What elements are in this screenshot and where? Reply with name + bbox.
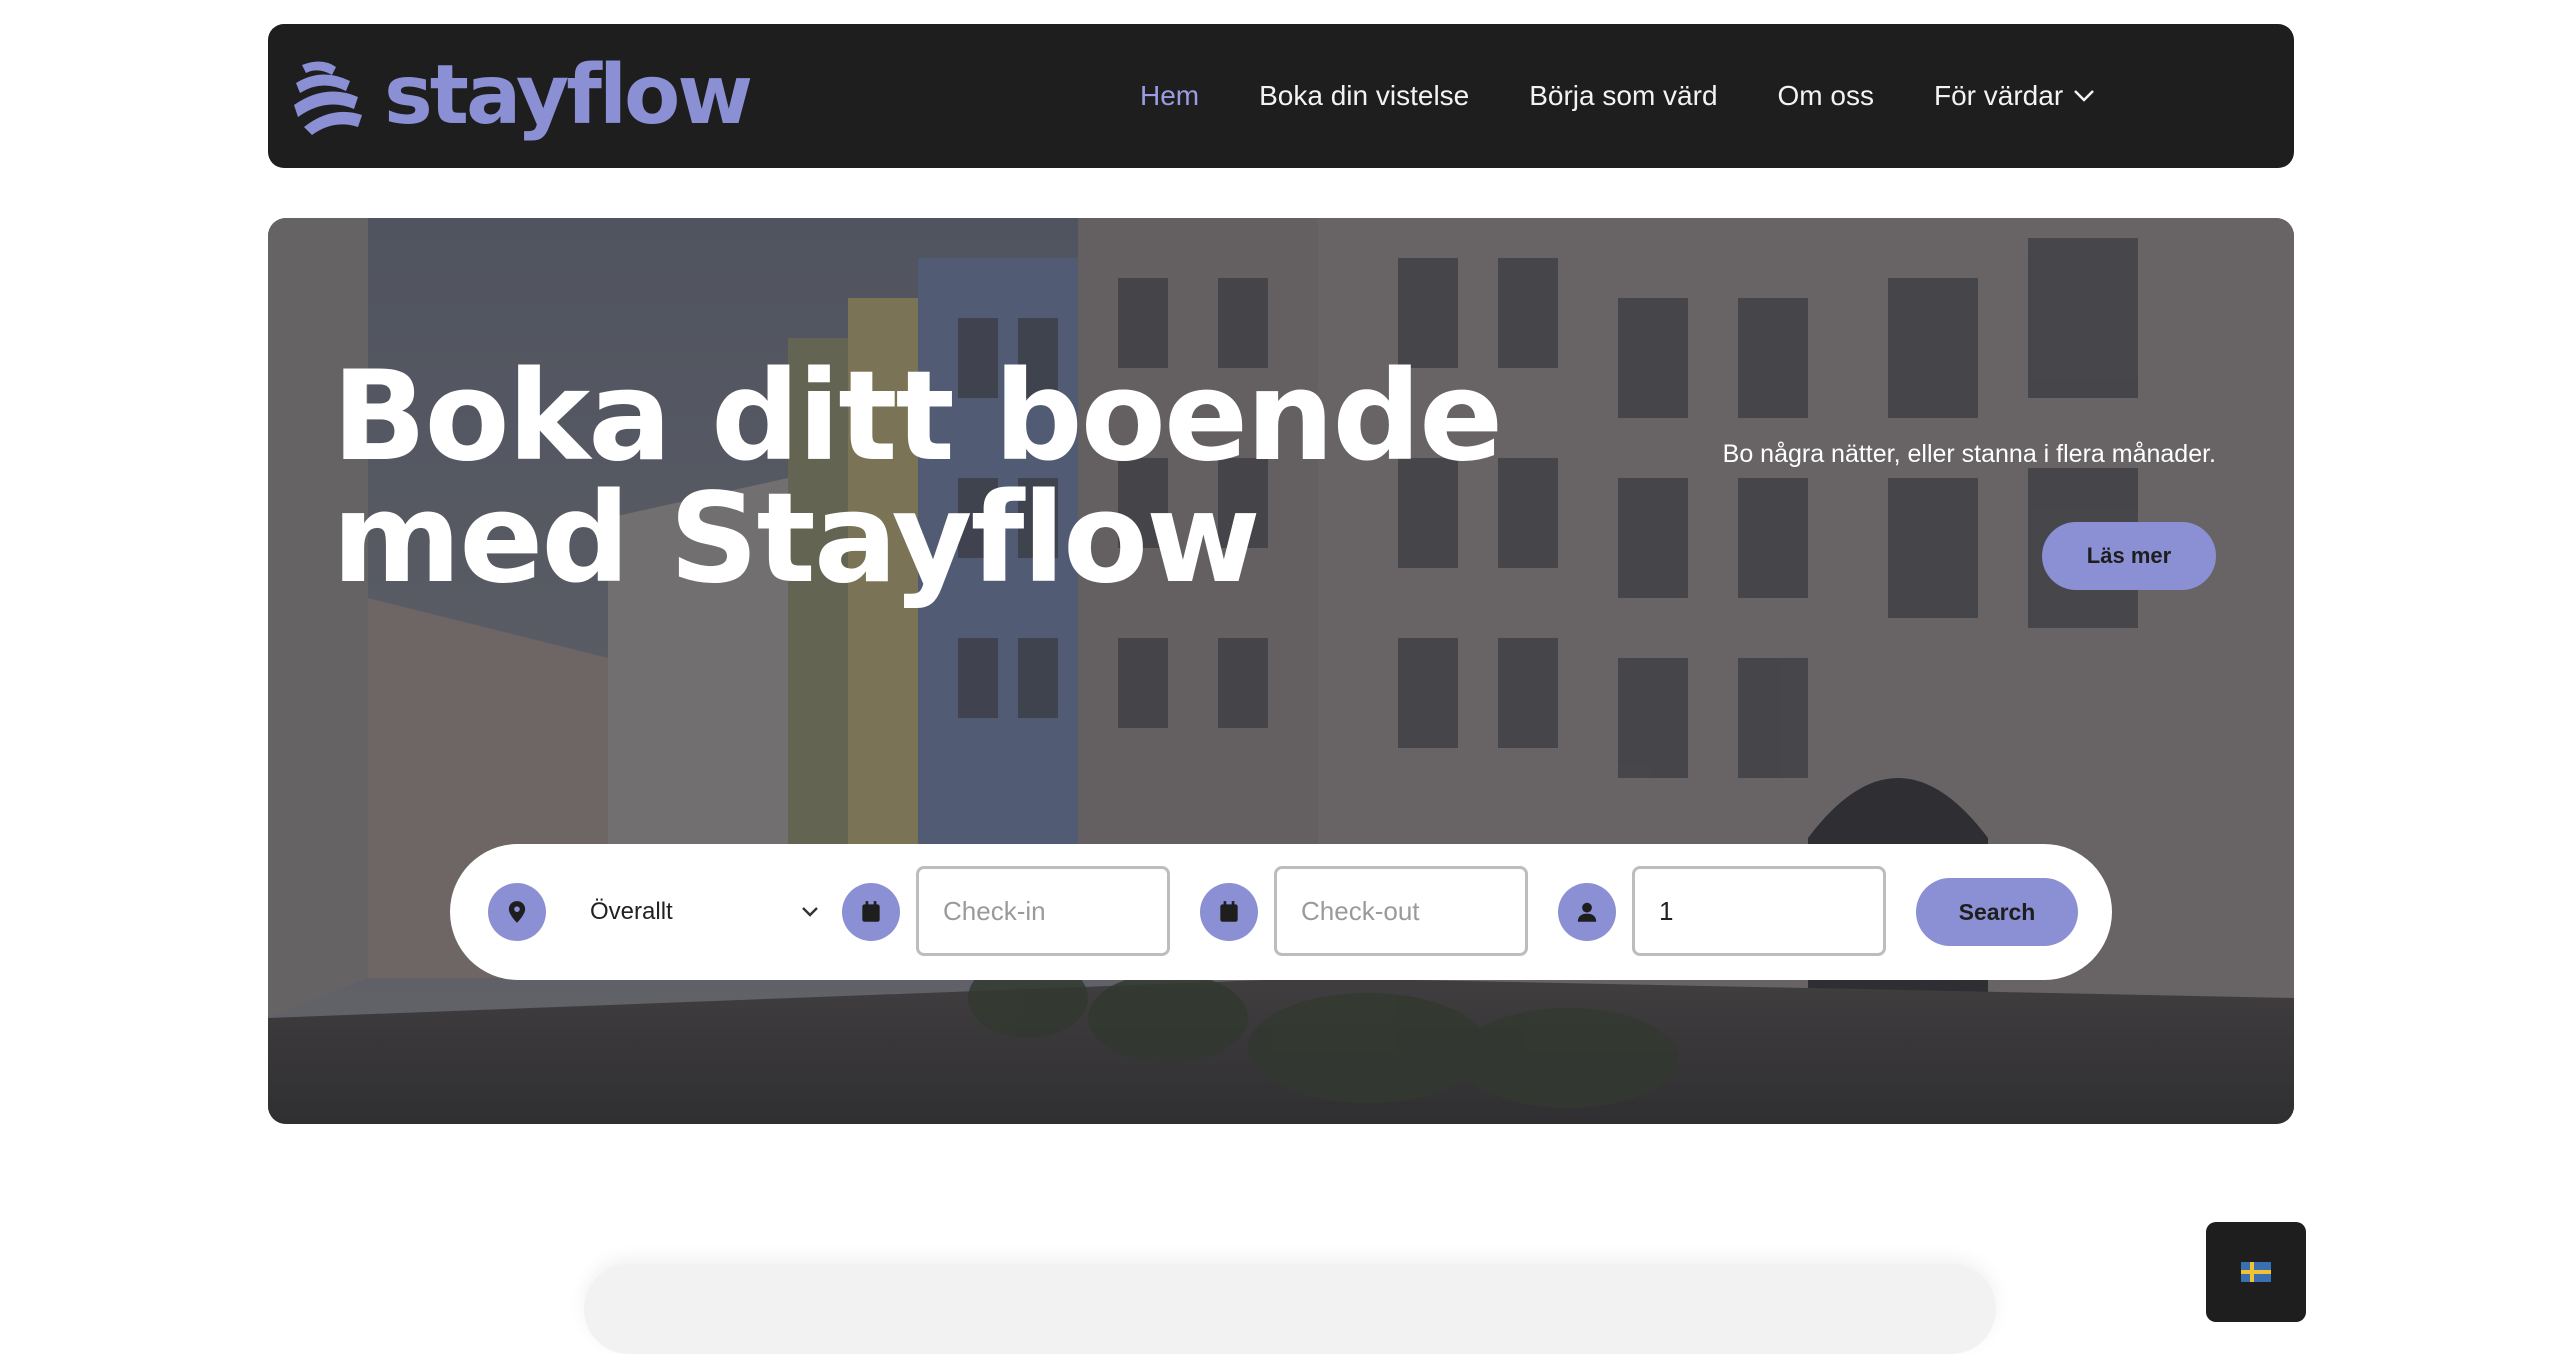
search-button[interactable]: Search bbox=[1916, 878, 2078, 946]
nav-item-for-vardar[interactable]: För värdar bbox=[1934, 80, 2095, 112]
hero-title-line-1: Boka ditt boende bbox=[332, 345, 1503, 489]
search-bar: Överallt Search bbox=[450, 844, 2112, 980]
person-icon bbox=[1558, 883, 1616, 941]
calendar-icon bbox=[842, 883, 900, 941]
read-more-button[interactable]: Läs mer bbox=[2042, 522, 2216, 590]
calendar-icon bbox=[1200, 883, 1258, 941]
check-out-input[interactable] bbox=[1274, 866, 1528, 956]
language-switcher[interactable] bbox=[2206, 1222, 2306, 1322]
guests-input[interactable] bbox=[1632, 866, 1886, 956]
chevron-down-icon bbox=[2074, 90, 2095, 102]
hero-title-line-2: med Stayflow bbox=[332, 467, 1261, 611]
logo-text: stayflow bbox=[384, 48, 753, 143]
nav-item-boka-din-vistelse[interactable]: Boka din vistelse bbox=[1259, 80, 1469, 112]
check-in-input[interactable] bbox=[916, 866, 1170, 956]
site-header: stayflow Hem Boka din vistelse Börja som… bbox=[268, 24, 2294, 168]
hero-section: Boka ditt boende med Stayflow Bo några n… bbox=[268, 218, 2294, 1124]
hero-title: Boka ditt boende med Stayflow bbox=[332, 345, 1503, 611]
nav-item-om-oss[interactable]: Om oss bbox=[1778, 80, 1874, 112]
content-card-peek bbox=[584, 1264, 1996, 1354]
nav-item-hem[interactable]: Hem bbox=[1140, 80, 1199, 112]
sweden-flag-icon bbox=[2241, 1262, 2271, 1282]
location-select-value: Överallt bbox=[590, 898, 673, 925]
hero-subtitle: Bo några nätter, eller stanna i flera må… bbox=[1722, 440, 2216, 468]
nav-item-borja-som-vard[interactable]: Börja som värd bbox=[1529, 80, 1717, 112]
chevron-down-icon bbox=[802, 907, 818, 917]
logo[interactable]: stayflow bbox=[292, 46, 753, 146]
location-pin-icon bbox=[488, 883, 546, 941]
main-nav: Hem Boka din vistelse Börja som värd Om … bbox=[1140, 24, 2155, 168]
stayflow-logo-icon bbox=[294, 61, 362, 135]
nav-item-for-vardar-label: För värdar bbox=[1934, 80, 2064, 111]
location-select[interactable]: Överallt bbox=[590, 878, 820, 946]
